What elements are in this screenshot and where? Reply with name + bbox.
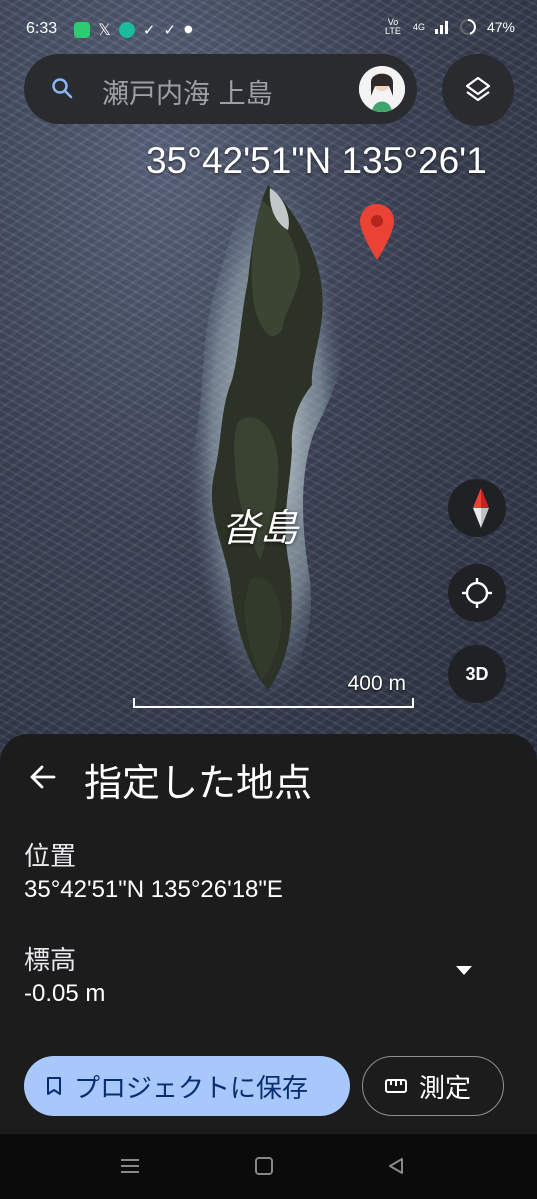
save-to-project-label: プロジェクトに保存 <box>74 1073 309 1104</box>
measure-label: 測定 <box>419 1073 472 1104</box>
compass-icon <box>473 488 489 528</box>
system-icons: Vo LTE 4G 47% <box>383 18 515 36</box>
status-time: 6:33 <box>26 20 58 37</box>
bookmark-icon <box>47 1077 61 1095</box>
home-icon[interactable] <box>254 1156 274 1176</box>
location-label: 位置 <box>24 842 77 872</box>
measure-button[interactable]: 測定 <box>362 1056 504 1116</box>
save-to-project-button[interactable]: プロジェクトに保存 <box>24 1056 350 1116</box>
x-icon: 𝕏 <box>98 20 111 39</box>
crosshair-icon <box>462 578 492 608</box>
search-query[interactable]: 瀬戸内海 上島 <box>102 72 273 111</box>
elevation-label: 標高 <box>24 946 77 976</box>
network-label: 4G <box>412 22 425 32</box>
coordinate-overlay: 35°42'51"N 135°26'1 <box>146 140 487 181</box>
system-nav-bar <box>0 1134 537 1199</box>
chat-icon <box>118 21 135 38</box>
scale-line <box>133 698 414 708</box>
location-value: 35°42'51"N 135°26'18"E <box>24 876 283 903</box>
volte-label: Vo LTE <box>385 17 401 36</box>
search-icon[interactable] <box>50 76 74 100</box>
check-icon: ✓ <box>142 20 156 39</box>
avatar[interactable] <box>359 66 405 112</box>
my-location-button[interactable] <box>448 564 506 622</box>
check-icon: ✓ <box>163 20 177 39</box>
app-icon <box>74 21 90 38</box>
3d-toggle-button[interactable]: 3D <box>448 645 506 703</box>
avatar-image <box>359 66 405 112</box>
notification-icons: 𝕏 ✓ ✓ ● <box>74 20 193 39</box>
dot-icon: ● <box>184 24 193 35</box>
layers-icon <box>465 76 491 102</box>
compass-button[interactable] <box>448 479 506 537</box>
battery-label: 47% <box>486 19 515 35</box>
battery-ring-icon <box>459 19 476 35</box>
status-bar: 6:33 𝕏 ✓ ✓ ● Vo LTE 4G 47% <box>0 0 537 58</box>
back-arrow-icon[interactable] <box>28 762 58 792</box>
recents-icon[interactable] <box>119 1156 141 1176</box>
search-bar[interactable]: 瀬戸内海 上島 <box>24 54 417 124</box>
ruler-icon <box>385 1079 407 1093</box>
chevron-down-icon[interactable] <box>456 966 472 975</box>
layers-button[interactable] <box>442 54 514 126</box>
island-label[interactable]: 沓島 <box>222 497 298 552</box>
map-pin-icon[interactable] <box>358 202 396 262</box>
scale-label: 400 m <box>347 672 406 695</box>
signal-icon <box>434 21 448 34</box>
sheet-title: 指定した地点 <box>84 761 313 805</box>
elevation-value: -0.05 m <box>24 980 106 1007</box>
back-icon[interactable] <box>386 1156 406 1176</box>
scale-bar: 400 m <box>133 672 416 708</box>
